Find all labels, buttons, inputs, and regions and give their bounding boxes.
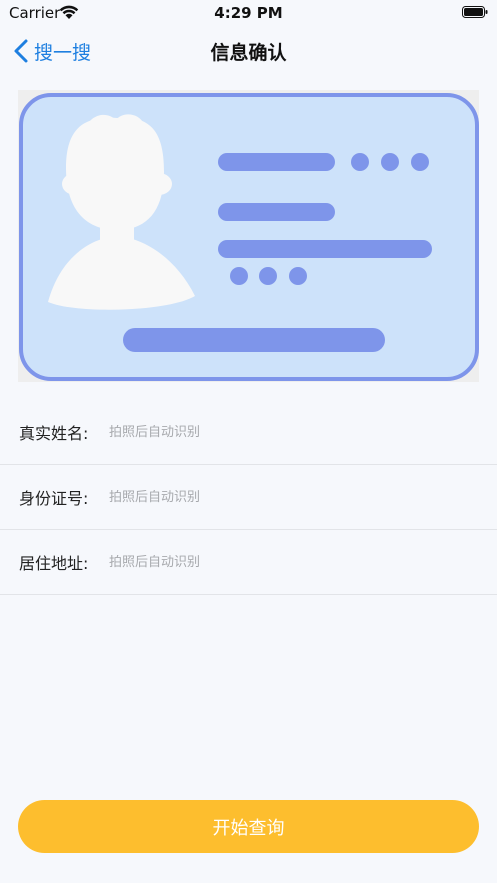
clock-time: 4:29 PM (214, 4, 283, 22)
address-field[interactable] (109, 554, 469, 570)
form-row-address: 居住地址: (0, 530, 497, 595)
info-form: 真实姓名: 身份证号: 居住地址: (0, 400, 497, 595)
name-field[interactable] (109, 424, 469, 440)
form-row-name: 真实姓名: (0, 400, 497, 465)
screen: Carrier 4:29 PM 搜一搜 信息确认 真实姓名: 拍照后自动识别 身… (0, 0, 497, 883)
id-number-field[interactable] (109, 489, 469, 505)
name-label: 真实姓名: (19, 424, 89, 443)
page-title: 信息确认 (210, 42, 287, 64)
start-query-button[interactable]: 开始查询 (18, 800, 479, 853)
navigation-bar: 搜一搜 信息确认 (0, 26, 497, 76)
id-card-photo-area[interactable] (18, 90, 479, 382)
status-bar: Carrier 4:29 PM (0, 0, 497, 26)
address-label: 居住地址: (19, 554, 89, 573)
id-card-icon (19, 93, 479, 381)
battery-icon (462, 6, 488, 18)
form-row-id-number: 身份证号: (0, 465, 497, 530)
id-number-label: 身份证号: (19, 489, 89, 508)
